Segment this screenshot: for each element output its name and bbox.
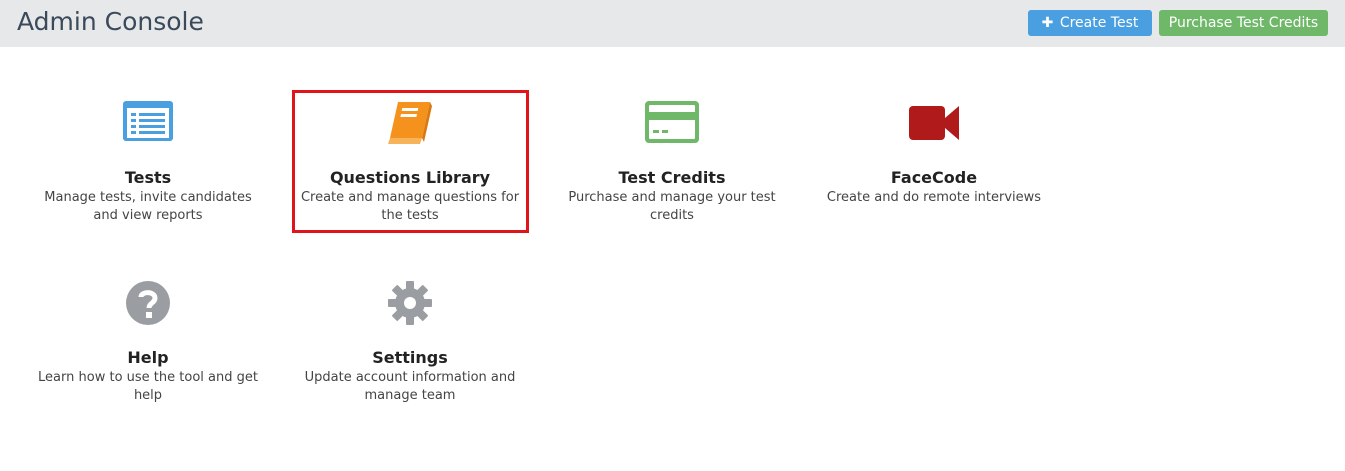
tile-title: FaceCode: [890, 168, 978, 187]
page-title: Admin Console: [17, 7, 204, 36]
create-test-label: Create Test: [1059, 15, 1139, 31]
tile-description: Create and do remote interviews: [826, 190, 1042, 205]
tile-test-credits[interactable]: Test Credits Purchase and manage your te…: [557, 100, 787, 223]
tile-description: Update account information and manage te…: [304, 370, 516, 403]
video-camera-icon: [819, 100, 1049, 150]
tile-title: Help: [127, 348, 169, 367]
tile-description: Purchase and manage your test credits: [568, 190, 776, 223]
selection-highlight: [292, 90, 529, 233]
tile-description: Learn how to use the tool and get help: [38, 370, 258, 403]
plus-icon: ✚: [1041, 15, 1054, 31]
list-icon: [33, 100, 263, 150]
tile-description: Manage tests, invite candidates and view…: [44, 190, 252, 223]
tile-title: Tests: [124, 168, 172, 187]
create-test-button[interactable]: ✚ Create Test: [1028, 10, 1152, 36]
credit-card-icon: [557, 100, 787, 150]
purchase-test-credits-button[interactable]: Purchase Test Credits: [1159, 10, 1328, 36]
tile-title: Test Credits: [618, 168, 726, 187]
tile-title: Settings: [372, 348, 448, 367]
top-bar: Admin Console ✚ Create Test Purchase Tes…: [0, 0, 1345, 47]
question-icon: [33, 280, 263, 330]
tile-settings[interactable]: Settings Update account information and …: [295, 280, 525, 403]
tile-tests[interactable]: Tests Manage tests, invite candidates an…: [33, 100, 263, 223]
tile-help[interactable]: Help Learn how to use the tool and get h…: [33, 280, 263, 403]
tile-facecode[interactable]: FaceCode Create and do remote interviews: [819, 100, 1049, 220]
gear-icon: [295, 280, 525, 330]
